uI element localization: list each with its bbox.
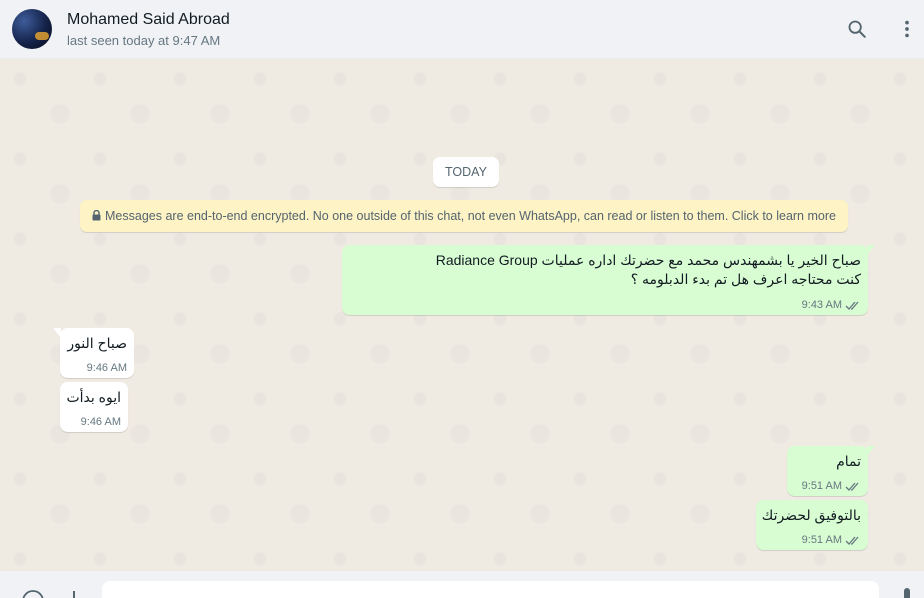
whatsapp-chat-window: Mohamed Said Abroad last seen today at 9… [0, 0, 924, 598]
last-seen-status: last seen today at 9:47 AM [67, 33, 221, 48]
chat-messages-area[interactable]: TODAY Messages are end-to-end encrypted.… [0, 59, 924, 571]
encryption-notice[interactable]: Messages are end-to-end encrypted. No on… [80, 200, 848, 232]
emoji-icon[interactable] [21, 589, 45, 598]
message-bubble-incoming[interactable]: ايوه بدأت 9:46 AM [60, 382, 128, 432]
lock-icon [92, 209, 101, 221]
compose-bar [0, 571, 924, 598]
search-icon[interactable] [846, 18, 868, 40]
double-check-icon [845, 536, 859, 545]
message-bubble-incoming[interactable]: صباح النور 9:46 AM [53, 328, 134, 378]
contact-name[interactable]: Mohamed Said Abroad [67, 11, 230, 29]
message-bubble-outgoing[interactable]: بالتوفيق لحضرتك 9:51 AM [756, 500, 868, 550]
message-text: بالتوفيق لحضرتك [761, 507, 861, 523]
double-check-icon [845, 301, 859, 310]
menu-icon[interactable] [896, 18, 918, 40]
message-time: 9:43 AM [801, 299, 842, 311]
avatar[interactable] [12, 9, 52, 49]
double-check-icon [845, 482, 859, 491]
message-text-line: صباح الخير يا بشمهندس محمد مع حضرتك ادار… [435, 252, 861, 268]
chat-header[interactable]: Mohamed Said Abroad last seen today at 9… [0, 0, 924, 59]
mic-icon[interactable] [900, 587, 914, 598]
message-input[interactable] [102, 581, 879, 598]
message-bubble-outgoing[interactable]: صباح الخير يا بشمهندس محمد مع حضرتك ادار… [342, 245, 875, 315]
message-time: 9:46 AM [80, 416, 121, 428]
message-text: ايوه بدأت [66, 389, 121, 405]
message-text: صباح النور [67, 335, 127, 351]
message-bubble-outgoing[interactable]: تمام 9:51 AM [787, 446, 875, 496]
message-time: 9:46 AM [86, 362, 127, 374]
message-text: تمام [836, 453, 861, 469]
date-separator: TODAY [433, 157, 499, 187]
encryption-notice-text: Messages are end-to-end encrypted. No on… [105, 209, 836, 223]
attach-icon[interactable] [64, 589, 84, 598]
message-time: 9:51 AM [801, 480, 842, 492]
message-time: 9:51 AM [801, 534, 842, 546]
message-text-line: كنت محتاجه اعرف هل تم بدء الدبلومه ؟ [630, 271, 861, 287]
